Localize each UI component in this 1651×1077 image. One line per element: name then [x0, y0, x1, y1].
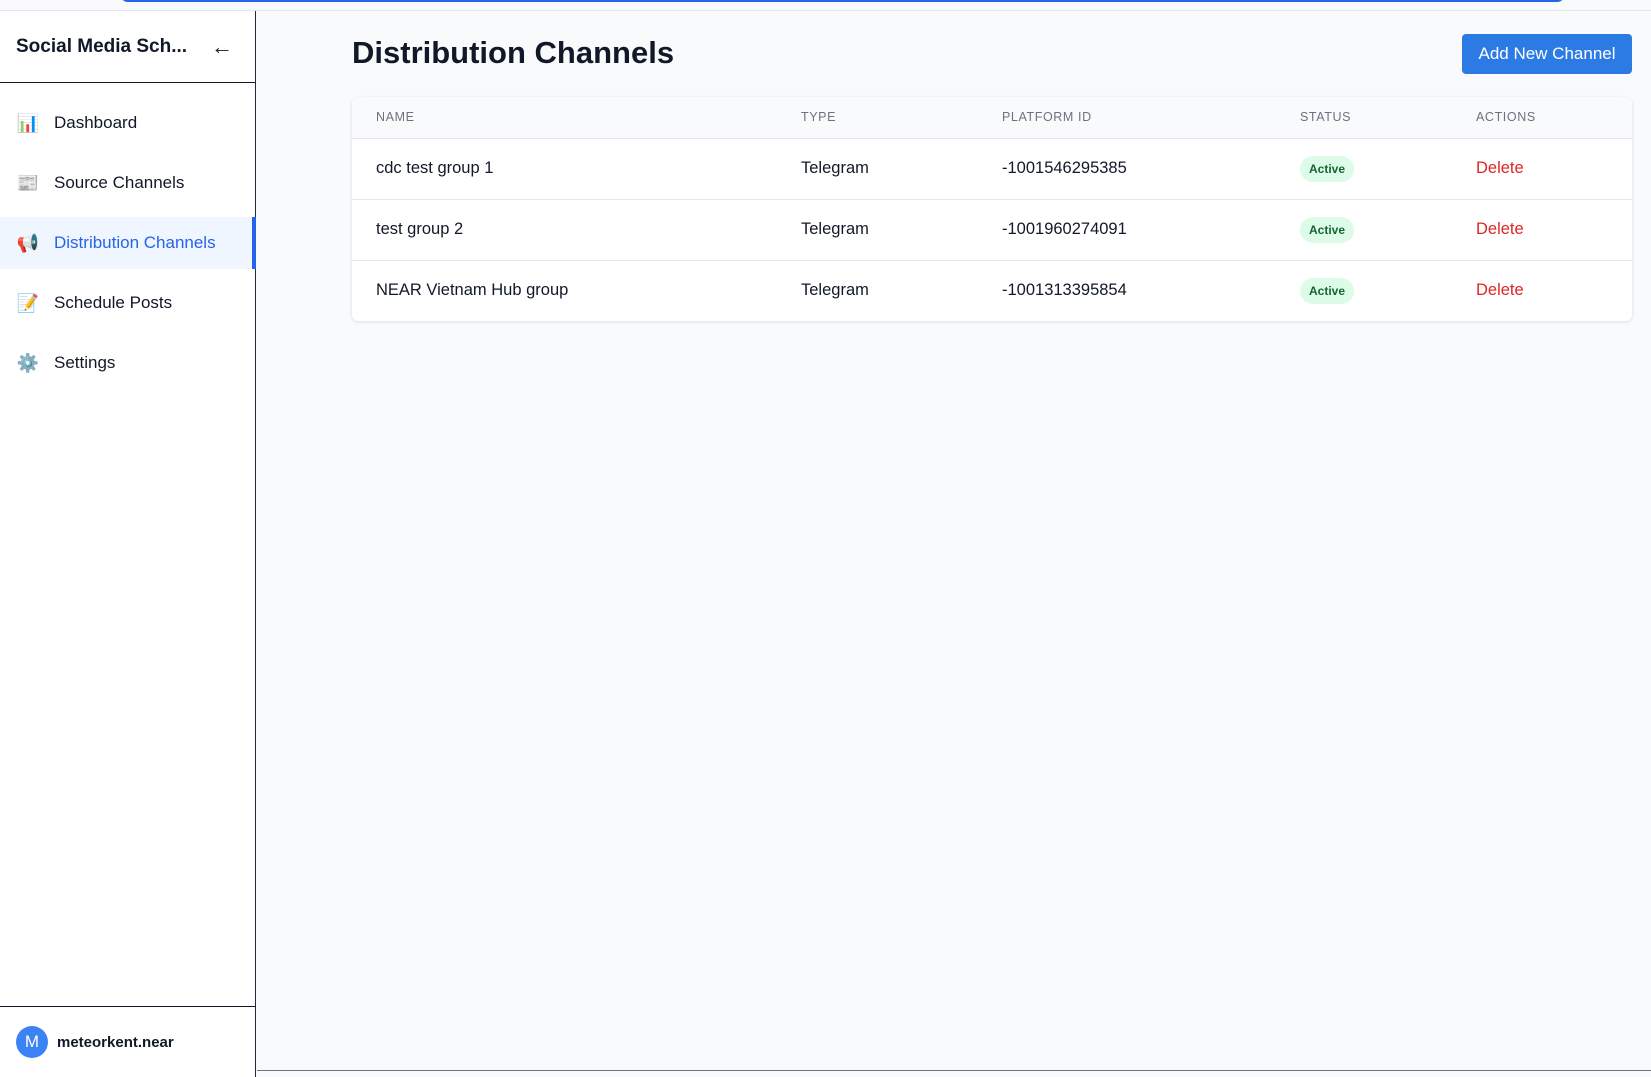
add-new-channel-button[interactable]: Add New Channel	[1462, 34, 1632, 74]
sidebar-item-source-channels[interactable]: 📰 Source Channels	[0, 157, 255, 209]
actions-cell: Delete	[1452, 260, 1632, 321]
table-row: test group 2 Telegram -1001960274091 Act…	[352, 199, 1632, 261]
gear-icon: ⚙️	[16, 352, 40, 373]
channel-name: test group 2	[352, 199, 777, 261]
column-header-name: NAME	[352, 97, 777, 139]
table-row: NEAR Vietnam Hub group Telegram -1001313…	[352, 260, 1632, 321]
arrow-left-icon[interactable]: ←	[211, 34, 233, 60]
channel-name: cdc test group 1	[352, 138, 777, 200]
username: meteorkent.near	[57, 1033, 174, 1051]
newspaper-icon: 📰	[16, 172, 40, 193]
avatar: M	[16, 1026, 48, 1058]
bottom-divider	[257, 1070, 1651, 1071]
sidebar-item-schedule-posts[interactable]: 📝 Schedule Posts	[0, 277, 255, 329]
page-title: Distribution Channels	[352, 35, 675, 70]
bar-chart-icon: 📊	[16, 112, 40, 133]
status-cell: Active	[1276, 199, 1452, 261]
memo-icon: 📝	[16, 292, 40, 313]
table-row: cdc test group 1 Telegram -1001546295385…	[352, 138, 1632, 200]
sidebar-item-label: Distribution Channels	[54, 233, 216, 252]
column-header-type: TYPE	[777, 97, 978, 139]
channels-table: NAME TYPE PLATFORM ID STATUS ACTIONS cdc…	[352, 97, 1632, 321]
sidebar-item-distribution-channels[interactable]: 📢 Distribution Channels	[0, 217, 256, 269]
sidebar-item-label: Source Channels	[54, 173, 185, 192]
channel-platform-id: -1001546295385	[978, 138, 1276, 200]
status-cell: Active	[1276, 138, 1452, 200]
column-header-status: STATUS	[1276, 97, 1452, 139]
sidebar-item-dashboard[interactable]: 📊 Dashboard	[0, 97, 255, 149]
delete-button[interactable]: Delete	[1476, 159, 1524, 177]
user-profile[interactable]: M meteorkent.near	[0, 1006, 255, 1077]
column-header-platform-id: PLATFORM ID	[978, 97, 1276, 139]
channel-type: Telegram	[777, 199, 978, 261]
sidebar-nav: 📊 Dashboard 📰 Source Channels 📢 Distribu…	[0, 83, 256, 389]
status-badge: Active	[1300, 277, 1355, 304]
main-content: Distribution Channels Add New Channel NA…	[257, 11, 1651, 1071]
channels-table-card: NAME TYPE PLATFORM ID STATUS ACTIONS cdc…	[352, 97, 1632, 321]
sidebar-item-label: Dashboard	[54, 113, 138, 132]
sidebar-item-label: Settings	[54, 353, 116, 372]
table-header-row: NAME TYPE PLATFORM ID STATUS ACTIONS	[352, 97, 1632, 139]
status-badge: Active	[1300, 155, 1355, 182]
column-header-actions: ACTIONS	[1452, 97, 1632, 139]
actions-cell: Delete	[1452, 199, 1632, 261]
actions-cell: Delete	[1452, 138, 1632, 200]
status-cell: Active	[1276, 260, 1452, 321]
browser-focus-outline	[120, 0, 1565, 2]
megaphone-icon: 📢	[16, 232, 40, 253]
channel-type: Telegram	[801, 281, 869, 300]
sidebar-item-settings[interactable]: ⚙️ Settings	[0, 337, 255, 389]
sidebar: Social Media Sch... ← 📊 Dashboard 📰 Sour…	[0, 11, 256, 1077]
delete-button[interactable]: Delete	[1476, 220, 1524, 238]
channel-platform-id: -1001313395854	[1002, 281, 1127, 300]
status-badge: Active	[1300, 216, 1355, 243]
sidebar-header: Social Media Sch... ←	[0, 11, 255, 83]
channel-platform-id: -1001960274091	[978, 199, 1276, 261]
channel-name: NEAR Vietnam Hub group	[376, 281, 569, 300]
sidebar-item-label: Schedule Posts	[54, 293, 173, 312]
channel-type: Telegram	[777, 138, 978, 200]
delete-button[interactable]: Delete	[1476, 281, 1524, 299]
app-title: Social Media Sch...	[16, 35, 188, 57]
